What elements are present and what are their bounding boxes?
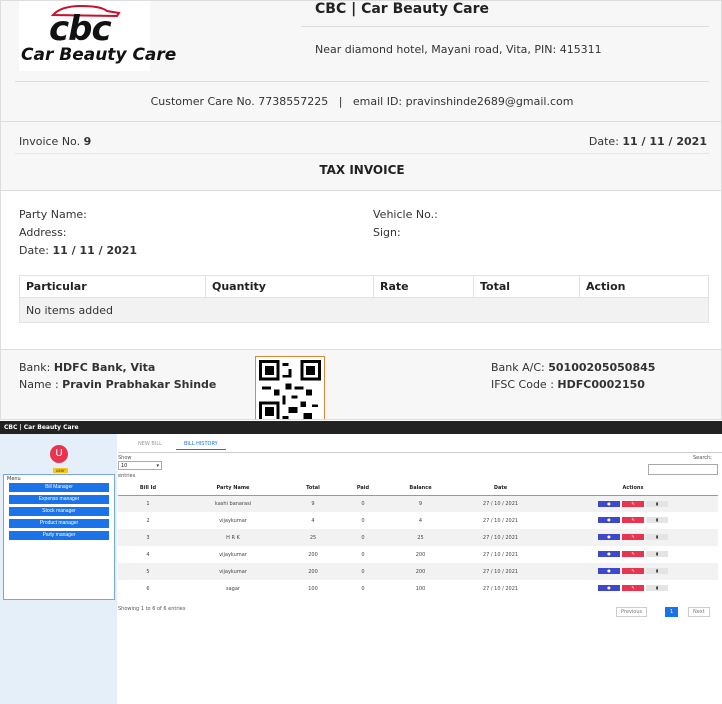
col-bill-id[interactable]: Bill Id bbox=[118, 481, 178, 496]
eye-icon[interactable]: ● bbox=[598, 500, 620, 507]
invoice-title: TAX INVOICE bbox=[319, 163, 405, 177]
sidebar-item-product-manager[interactable]: Product manager bbox=[9, 519, 109, 528]
party-section bbox=[1, 190, 721, 350]
table-info: Showing 1 to 6 of 6 entries bbox=[118, 606, 186, 612]
tab-new-bill[interactable]: NEW BILL bbox=[130, 439, 170, 449]
table-row: 1 kashi banarasi 9 0 9 27 / 10 / 2021 ● ✎ ▮ bbox=[118, 495, 718, 512]
tab-bill-history[interactable]: BILL HISTORY bbox=[176, 439, 226, 450]
trash-icon[interactable]: ▮ bbox=[646, 534, 668, 541]
logo-subtitle: Car Beauty Care bbox=[21, 45, 177, 65]
trash-icon[interactable]: ▮ bbox=[646, 551, 668, 558]
sign-label: Sign: bbox=[373, 226, 401, 239]
divider bbox=[15, 153, 709, 154]
edit-icon[interactable]: ✎ bbox=[622, 551, 644, 558]
col-paid[interactable]: Paid bbox=[338, 481, 388, 496]
col-balance[interactable]: Balance bbox=[388, 481, 453, 496]
col-particular: Particular bbox=[19, 275, 206, 298]
col-date[interactable]: Date bbox=[453, 481, 548, 496]
edit-icon[interactable]: ✎ bbox=[622, 568, 644, 575]
divider bbox=[1, 121, 721, 122]
sidebar-item-stock-manager[interactable]: Stock manager bbox=[9, 507, 109, 516]
table-row: 6 sagar 100 0 100 27 / 10 / 2021 ● ✎ ▮ bbox=[118, 580, 718, 597]
divider bbox=[15, 81, 709, 82]
eye-icon[interactable]: ● bbox=[598, 534, 620, 541]
col-actions[interactable]: Actions bbox=[548, 481, 718, 496]
edit-icon[interactable]: ✎ bbox=[622, 534, 644, 541]
col-total: Total bbox=[473, 275, 580, 298]
chevron-down-icon: ▾ bbox=[156, 463, 159, 469]
business-address: Near diamond hotel, Mayani road, Vita, P… bbox=[315, 43, 602, 56]
party-date: Date: 11 / 11 / 2021 bbox=[19, 244, 138, 257]
app-title-bar: CBC | Car Beauty Care bbox=[0, 421, 722, 434]
cbc-logo: cbc Car Beauty Care bbox=[19, 1, 176, 71]
search-input[interactable] bbox=[648, 464, 718, 475]
vehicle-no-label: Vehicle No.: bbox=[373, 208, 438, 221]
bank-account: Bank A/C: 50100205050845 bbox=[491, 361, 656, 374]
eye-icon[interactable]: ● bbox=[598, 568, 620, 575]
eye-icon[interactable]: ● bbox=[598, 585, 620, 592]
table-row: 4 vijaykumar 200 0 200 27 / 10 / 2021 ● ✎ ▮ bbox=[118, 546, 718, 563]
col-quantity: Quantity bbox=[205, 275, 374, 298]
trash-icon[interactable]: ▮ bbox=[646, 517, 668, 524]
pagination-page[interactable]: 1 bbox=[665, 607, 679, 617]
col-total[interactable]: Total bbox=[288, 481, 338, 496]
invoice-preview: cbc Car Beauty Care CBC | Car Beauty Car… bbox=[0, 0, 722, 420]
pagination-next[interactable]: Next bbox=[688, 607, 710, 617]
entries-label: entries bbox=[118, 473, 136, 479]
eye-icon[interactable]: ● bbox=[598, 551, 620, 558]
col-rate: Rate bbox=[373, 275, 474, 298]
eye-icon[interactable]: ● bbox=[598, 517, 620, 524]
sidebar-item-party-manager[interactable]: Party manager bbox=[9, 531, 109, 540]
account-holder: Name : Pravin Prabhakar Shinde bbox=[19, 378, 217, 391]
trash-icon[interactable]: ▮ bbox=[646, 585, 668, 592]
avatar[interactable]: U bbox=[50, 445, 68, 463]
bill-app: CBC | Car Beauty Care U user Menu Bill M… bbox=[0, 421, 722, 704]
items-table: Particular Quantity Rate Total Action No… bbox=[19, 275, 709, 323]
entries-select[interactable]: 10 ▾ bbox=[118, 461, 162, 470]
trash-icon[interactable]: ▮ bbox=[646, 568, 668, 575]
table-row: 3H R K 25 0 25 27 / 10 / 2021 ● ✎ ▮ bbox=[118, 529, 718, 546]
qr-code bbox=[255, 356, 325, 419]
table-row: 2 vijaykumar 4 0 4 27 / 10 / 2021 ● ✎ ▮ bbox=[118, 512, 718, 529]
edit-icon[interactable]: ✎ bbox=[622, 517, 644, 524]
edit-icon[interactable]: ✎ bbox=[622, 500, 644, 507]
empty-items-message: No items added bbox=[19, 297, 709, 323]
bank-name: Bank: HDFC Bank, Vita bbox=[19, 361, 156, 374]
sidebar: U user Menu Bill Manager Expense manager… bbox=[0, 434, 117, 704]
invoice-date: Date: 11 / 11 / 2021 bbox=[588, 135, 707, 148]
edit-icon[interactable]: ✎ bbox=[622, 585, 644, 592]
divider bbox=[301, 26, 709, 27]
customer-care-line: Customer Care No. 7738557225 | email ID:… bbox=[150, 95, 574, 108]
col-action: Action bbox=[579, 275, 709, 298]
sidebar-item-expense-manager[interactable]: Expense manager bbox=[9, 495, 109, 504]
col-party-name[interactable]: Party Name bbox=[178, 481, 288, 496]
party-name-label: Party Name: bbox=[19, 208, 87, 221]
bill-history-table: Bill Id Party Name Total Paid Balance Da… bbox=[118, 481, 718, 597]
tab-bar: NEW BILL BILL HISTORY bbox=[118, 435, 722, 453]
ifsc-code: IFSC Code : HDFC0002150 bbox=[491, 378, 645, 391]
menu-title: Menu bbox=[7, 476, 21, 482]
trash-icon[interactable]: ▮ bbox=[646, 500, 668, 507]
invoice-number: Invoice No. 9 bbox=[19, 135, 92, 148]
table-row: 5 vijaykumar 200 0 200 27 / 10 / 2021 ● ✎ ▮ bbox=[118, 563, 718, 580]
address-label: Address: bbox=[19, 226, 67, 239]
sidebar-item-bill-manager[interactable]: Bill Manager bbox=[9, 483, 109, 492]
search-label: Search: bbox=[693, 455, 712, 461]
business-name: CBC | Car Beauty Care bbox=[315, 1, 489, 17]
pagination-previous[interactable]: Previous bbox=[616, 607, 648, 617]
sidebar-menu: Menu Bill Manager Expense manager Stock … bbox=[3, 474, 115, 600]
user-role-badge: user bbox=[53, 468, 68, 473]
logo-text: cbc bbox=[49, 9, 112, 49]
